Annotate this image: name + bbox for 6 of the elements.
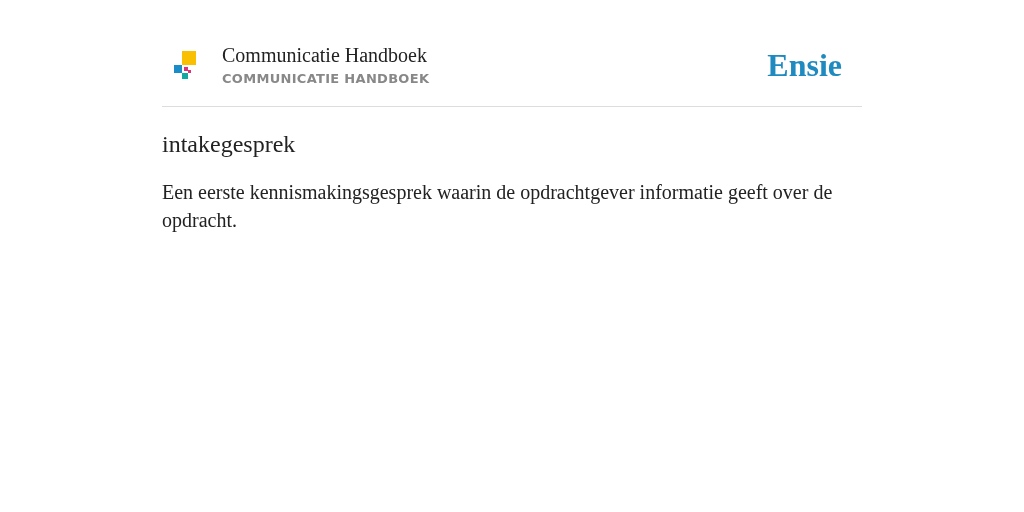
- entry-term: intakegesprek: [162, 131, 297, 158]
- logo-icon: [174, 51, 196, 79]
- entry-definition: Een eerste kennismakingsgesprek waarin de opdrachtgever informatie geeft over de opdracht.: [162, 180, 834, 234]
- site-subtitle: COMMUNICATIE HANDBOEK: [222, 71, 431, 86]
- site-title: Communicatie Handboek: [222, 44, 428, 67]
- brand-logo[interactable]: Ensie: [767, 46, 842, 84]
